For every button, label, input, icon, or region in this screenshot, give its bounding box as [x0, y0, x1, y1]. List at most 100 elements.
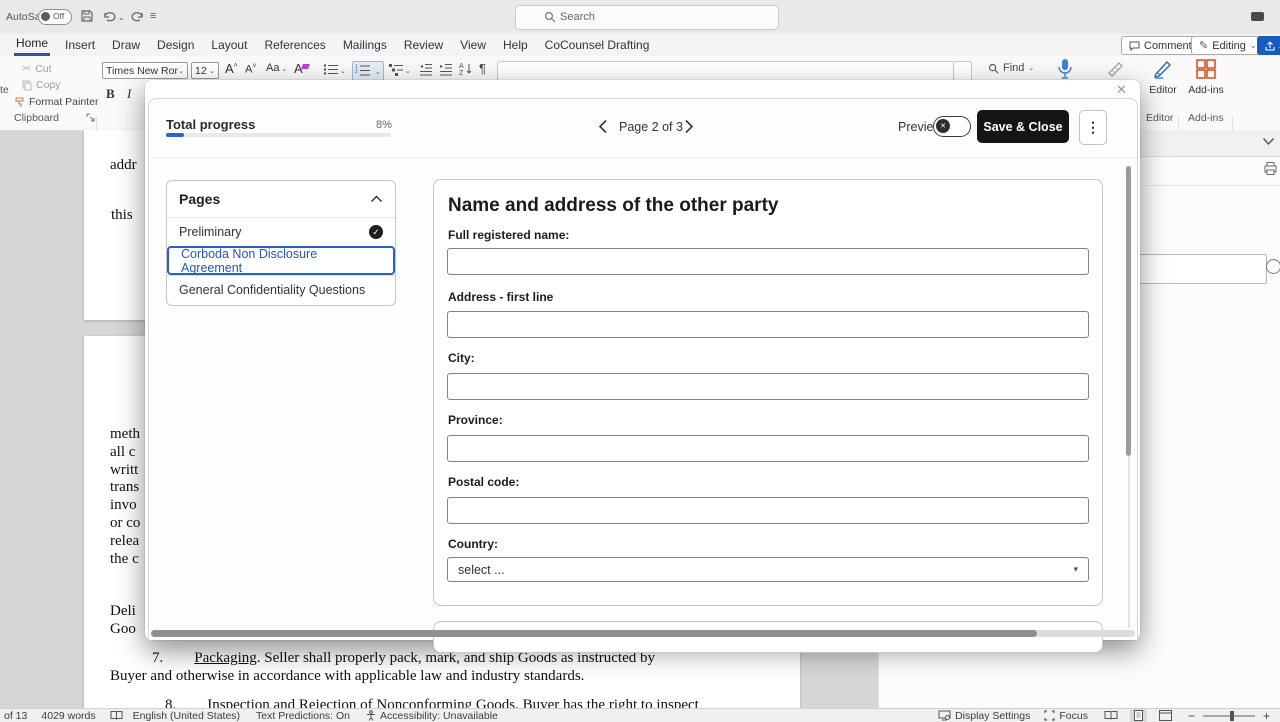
dialog-horizontal-scrollbar-thumb[interactable]: [151, 630, 1037, 637]
text-predictions-status[interactable]: Text Predictions: On: [256, 710, 350, 722]
search-label: Search: [560, 11, 595, 23]
cut-button[interactable]: ✂ Cut: [22, 62, 52, 75]
share-button[interactable]: Share: [1257, 36, 1280, 55]
font-name-combo[interactable]: Times New Roman ⌄: [102, 62, 188, 79]
city-input[interactable]: [447, 373, 1089, 400]
country-select[interactable]: select ... ▾: [447, 557, 1089, 582]
ribbon-tab-row: Home Insert Draw Design Layout Reference…: [0, 34, 1280, 56]
language-status[interactable]: English (United States): [133, 710, 240, 722]
field-label-city: City:: [448, 351, 475, 365]
bullets-button[interactable]: ⌄: [323, 63, 345, 76]
clipboard-group-label: Clipboard: [14, 112, 59, 124]
pane-circle-icon[interactable]: [1266, 259, 1280, 274]
scissors-icon: ✂: [22, 62, 31, 75]
total-progress-label: Total progress: [166, 117, 255, 132]
focus-icon: [1044, 710, 1055, 721]
dialog-close-icon[interactable]: ✕: [1116, 82, 1127, 98]
page-number-status[interactable]: of 13: [4, 710, 27, 722]
titlebar-control[interactable]: [1251, 12, 1264, 21]
shrink-font-button[interactable]: A˅: [245, 63, 256, 76]
page-item-corboda-nda[interactable]: Corboda Non Disclosure Agreement: [167, 246, 395, 275]
tab-design[interactable]: Design: [155, 36, 196, 55]
search-box[interactable]: Search: [515, 5, 779, 30]
decrease-indent-button[interactable]: [419, 63, 433, 76]
dictate-microphone-icon[interactable]: [1057, 58, 1073, 80]
print-layout-view-icon[interactable]: [1130, 709, 1147, 722]
word-count-status[interactable]: 4029 words: [41, 710, 95, 722]
proofing-icon[interactable]: [110, 710, 123, 721]
tab-cocounsel-drafting[interactable]: CoCounsel Drafting: [543, 36, 652, 55]
pilcrow-button[interactable]: ¶: [479, 61, 486, 76]
editor-button[interactable]: Editor: [1144, 58, 1182, 98]
tab-insert[interactable]: Insert: [63, 36, 97, 55]
format-painter-button[interactable]: Format Painter: [14, 96, 98, 108]
document-text-block: DeliGoo: [110, 602, 136, 638]
more-options-button[interactable]: ⋮: [1079, 110, 1107, 145]
undo-caret-icon[interactable]: ⌄: [118, 13, 125, 22]
quick-access-menu-icon[interactable]: ≡: [150, 10, 156, 22]
accessibility-status[interactable]: Accessibility: Unavailable: [380, 710, 498, 722]
postal-code-input[interactable]: [447, 497, 1089, 524]
font-size-combo[interactable]: 12 ⌄: [191, 62, 219, 79]
redo-icon[interactable]: [131, 9, 145, 23]
chevron-up-icon[interactable]: [370, 195, 383, 203]
read-mode-view-icon[interactable]: [1104, 710, 1118, 721]
tab-references[interactable]: References: [262, 36, 327, 55]
preview-toggle[interactable]: ✕: [933, 116, 971, 137]
copy-button[interactable]: Copy: [22, 79, 61, 91]
page-item-general-confidentiality[interactable]: General Confidentiality Questions: [167, 275, 395, 304]
editing-mode-button[interactable]: ✎ Editing ⌄: [1191, 36, 1265, 55]
undo-icon[interactable]: [102, 9, 116, 23]
zoom-in-button[interactable]: +: [1263, 709, 1270, 722]
tab-draw[interactable]: Draw: [110, 36, 142, 55]
full-registered-name-input[interactable]: [447, 248, 1089, 275]
web-layout-view-icon[interactable]: [1159, 710, 1172, 721]
grow-font-button[interactable]: A˄: [225, 61, 238, 76]
share-icon: [1265, 41, 1275, 51]
pages-panel-title: Pages: [179, 191, 220, 207]
focus-mode-button[interactable]: Focus: [1059, 710, 1088, 722]
zoom-slider[interactable]: [1203, 715, 1255, 717]
tab-help[interactable]: Help: [501, 36, 530, 55]
multilevel-list-button[interactable]: ⌄: [388, 63, 410, 76]
tab-review[interactable]: Review: [402, 36, 445, 55]
autosave-toggle[interactable]: Off: [38, 9, 72, 25]
collapse-ribbon-chevron-icon[interactable]: [1262, 137, 1275, 146]
change-case-button[interactable]: Aa ⌄: [266, 62, 287, 74]
sort-button[interactable]: AZ: [459, 62, 474, 76]
display-settings-button[interactable]: Display Settings: [955, 710, 1030, 722]
increase-indent-button[interactable]: [439, 63, 453, 76]
italic-button[interactable]: I: [127, 86, 131, 102]
styles-gallery-more-button[interactable]: [953, 61, 972, 82]
status-bar: of 13 4029 words English (United States)…: [0, 708, 1280, 722]
zoom-slider-thumb[interactable]: [1230, 711, 1234, 721]
styles-gallery[interactable]: [497, 61, 955, 82]
zoom-out-button[interactable]: −: [1188, 709, 1195, 722]
pages-panel: Pages Preliminary ✓ Corboda Non Disclosu…: [166, 180, 396, 306]
pages-panel-header[interactable]: Pages: [167, 181, 395, 217]
tab-view[interactable]: View: [458, 36, 488, 55]
sensitivity-icon[interactable]: [1106, 60, 1126, 78]
province-input[interactable]: [447, 435, 1089, 462]
paste-button-fragment[interactable]: te: [0, 84, 9, 96]
divider: [149, 157, 1137, 158]
add-ins-group-label: Add-ins: [1188, 112, 1224, 124]
numbering-button[interactable]: 12⌄: [352, 61, 384, 81]
save-icon[interactable]: [80, 9, 94, 23]
save-and-close-button[interactable]: Save & Close: [977, 110, 1069, 143]
dialog-vertical-scrollbar-thumb[interactable]: [1126, 166, 1131, 456]
page-previous-button[interactable]: [598, 119, 608, 134]
address-first-line-input[interactable]: [447, 311, 1089, 338]
document-text-block: methall c writttrans invoor co releathe …: [110, 426, 140, 568]
find-button[interactable]: Find ⌄: [988, 62, 1034, 74]
printer-icon[interactable]: [1263, 161, 1278, 176]
clear-formatting-button[interactable]: A: [294, 61, 303, 76]
clipboard-dialog-launcher-icon[interactable]: [86, 113, 95, 122]
page-next-button[interactable]: [684, 119, 694, 134]
page-item-preliminary[interactable]: Preliminary ✓: [167, 217, 395, 246]
add-ins-button[interactable]: Add-ins: [1184, 58, 1228, 98]
bold-button[interactable]: B: [106, 86, 115, 102]
tab-mailings[interactable]: Mailings: [341, 36, 389, 55]
tab-layout[interactable]: Layout: [209, 36, 249, 55]
tab-home[interactable]: Home: [14, 34, 50, 56]
